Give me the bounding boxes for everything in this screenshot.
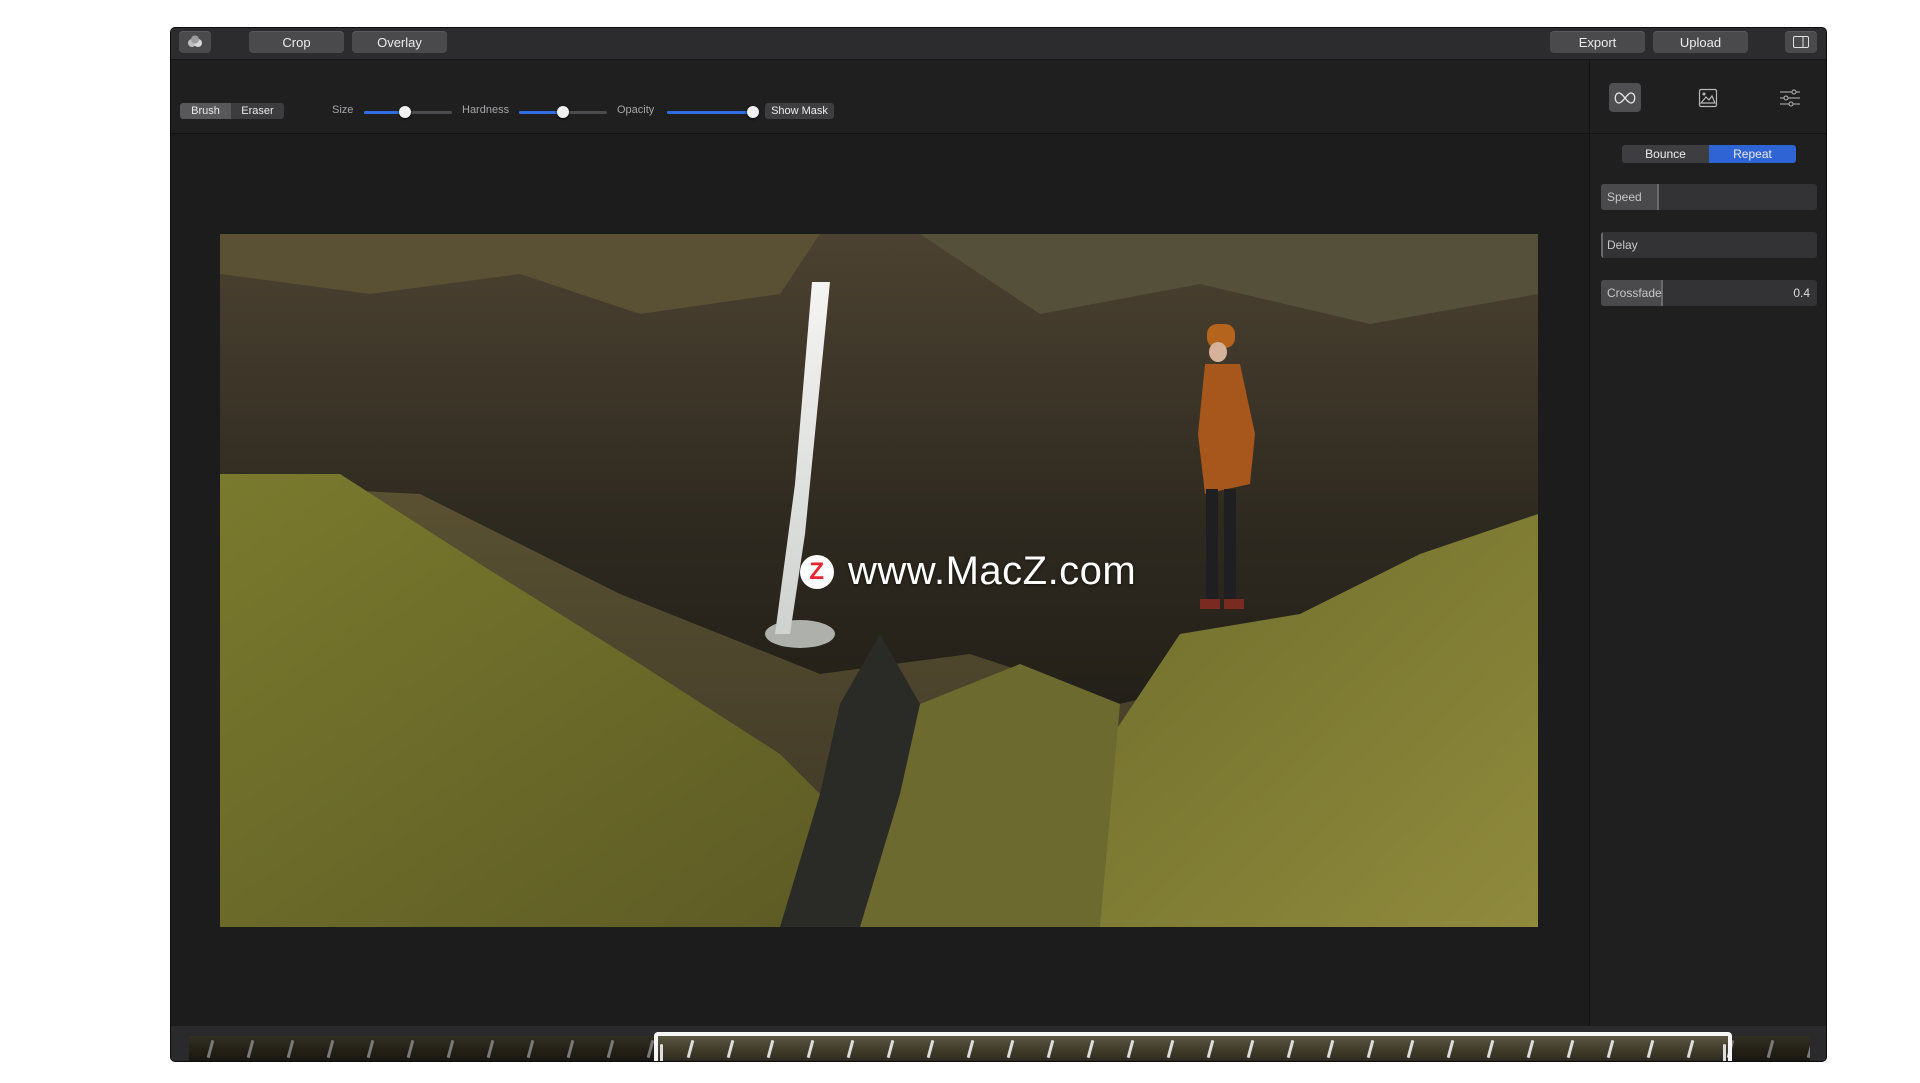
app-logo-icon bbox=[188, 35, 202, 47]
delay-slider-fill bbox=[1601, 232, 1603, 258]
sidebar-icon bbox=[1793, 36, 1809, 48]
loop-mode-toggle: Bounce Repeat bbox=[1622, 145, 1796, 163]
title-bar: Crop Overlay Export Upload bbox=[171, 28, 1826, 60]
tab-image[interactable] bbox=[1692, 83, 1724, 112]
opacity-slider-fill bbox=[667, 111, 753, 114]
sliders-icon bbox=[1780, 89, 1800, 106]
app-window: Crop Overlay Export Upload Brush Eraser … bbox=[171, 28, 1826, 1061]
brush-eraser-toggle: Brush Eraser bbox=[180, 103, 284, 119]
bounce-button[interactable]: Bounce bbox=[1622, 145, 1709, 163]
hardness-label: Hardness bbox=[462, 104, 510, 116]
toggle-sidebar-button[interactable] bbox=[1785, 31, 1817, 53]
trim-selection[interactable] bbox=[654, 1032, 1732, 1061]
size-slider[interactable] bbox=[364, 106, 452, 118]
show-mask-button[interactable]: Show Mask bbox=[765, 103, 834, 119]
app-logo-button[interactable] bbox=[179, 31, 211, 53]
hardness-slider[interactable] bbox=[519, 106, 607, 118]
crop-button[interactable]: Crop bbox=[249, 31, 344, 53]
panel-tab-bar bbox=[1590, 60, 1826, 134]
loop-settings-panel: Bounce Repeat Speed Delay Crossfade 0.4 bbox=[1589, 60, 1826, 1026]
brush-button[interactable]: Brush bbox=[180, 103, 231, 119]
canvas-area: Z www.MacZ.com bbox=[171, 134, 1589, 1026]
size-slider-knob[interactable] bbox=[399, 106, 412, 118]
opacity-slider[interactable] bbox=[667, 106, 759, 118]
overlay-button[interactable]: Overlay bbox=[352, 31, 447, 53]
trim-handle-start[interactable] bbox=[660, 1044, 663, 1061]
watermark: Z www.MacZ.com bbox=[800, 549, 1136, 594]
image-icon bbox=[1698, 88, 1718, 107]
upload-button[interactable]: Upload bbox=[1653, 31, 1748, 53]
opacity-label: Opacity bbox=[617, 104, 655, 116]
delay-slider[interactable]: Delay bbox=[1601, 232, 1817, 258]
tab-loop[interactable] bbox=[1609, 83, 1641, 112]
speed-label: Speed bbox=[1607, 190, 1642, 204]
delay-label: Delay bbox=[1607, 238, 1638, 252]
size-label: Size bbox=[332, 104, 354, 116]
timeline bbox=[171, 1026, 1826, 1061]
crossfade-slider[interactable]: Crossfade 0.4 bbox=[1601, 280, 1817, 306]
tab-adjustments[interactable] bbox=[1774, 83, 1806, 112]
watermark-logo-icon: Z bbox=[800, 554, 834, 589]
hardness-slider-knob[interactable] bbox=[557, 106, 569, 118]
trimmed-region-end bbox=[1731, 1036, 1810, 1061]
trimmed-region-start bbox=[189, 1036, 655, 1061]
brush-toolbar: Brush Eraser Size Hardness Opacity Show … bbox=[171, 60, 1589, 134]
loop-icon bbox=[1614, 91, 1636, 104]
repeat-button[interactable]: Repeat bbox=[1709, 145, 1796, 163]
preview-image[interactable]: Z www.MacZ.com bbox=[220, 234, 1538, 927]
crossfade-value: 0.4 bbox=[1793, 286, 1810, 300]
opacity-slider-knob[interactable] bbox=[747, 106, 759, 118]
speed-slider[interactable]: Speed bbox=[1601, 184, 1817, 210]
trim-handle-end[interactable] bbox=[1723, 1044, 1726, 1061]
eraser-button[interactable]: Eraser bbox=[231, 103, 284, 119]
export-button[interactable]: Export bbox=[1550, 31, 1645, 53]
watermark-text: www.MacZ.com bbox=[848, 549, 1137, 593]
crossfade-label: Crossfade bbox=[1607, 286, 1662, 300]
